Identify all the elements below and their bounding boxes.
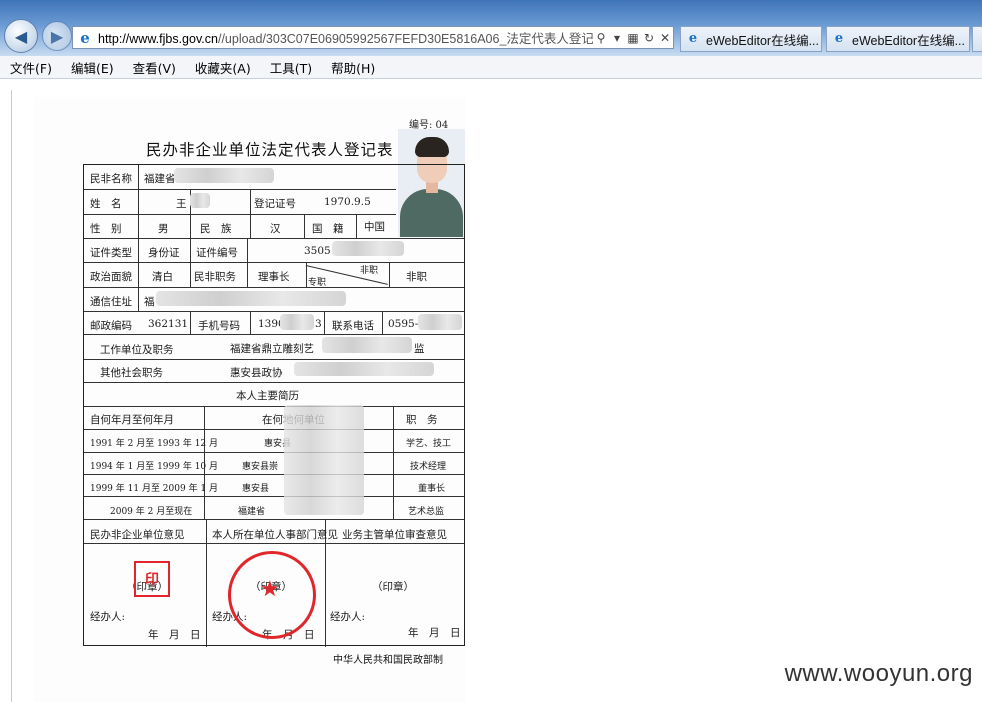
tab-ewebeditor-1[interactable]: e eWebEditor在线编... (680, 26, 822, 52)
menu-help[interactable]: 帮助(H) (321, 58, 384, 77)
handler-label: 经办人: (330, 611, 366, 623)
resume-period: 1991 年 2 月至 1993 年 12 月 (90, 439, 219, 449)
political-value: 清白 (152, 271, 173, 283)
arrow-left-icon: ◀ (14, 26, 28, 46)
address-label: 通信住址 (90, 296, 132, 308)
stop-icon[interactable]: ✕ (657, 31, 673, 45)
ie-tab-icon: e (688, 31, 698, 46)
date-label: 年 月 日 (408, 627, 461, 639)
signature-stamp: 印 (134, 561, 170, 597)
tab-label: eWebEditor在线编... (852, 33, 966, 48)
gender-label: 性 别 (90, 223, 122, 235)
refresh-icon[interactable]: ↻ (641, 31, 657, 45)
arrow-right-icon: ▶ (50, 26, 64, 46)
opinion-head-org: 民办非企业单位意见 (90, 529, 185, 541)
phone-label: 联系电话 (332, 320, 374, 332)
opinion-head-hr: 本人所在单位人事部门意见 (212, 529, 338, 541)
seal-label: （印章） (372, 581, 414, 593)
back-button[interactable]: ◀ (4, 19, 38, 53)
menu-edit[interactable]: 编辑(E) (61, 58, 123, 77)
ie-tab-icon: e (834, 31, 844, 46)
resume-period: 2009 年 2 月至现在 (110, 507, 193, 517)
feizhi-label: 非职 (360, 266, 379, 276)
registration-form: 民非名称 福建省 姓 名 王 登记证号 1970.9.5 性 别 男 民 族 汉… (83, 164, 465, 647)
id-no-value: 3505 (304, 245, 331, 257)
tab-ewebeditor-2[interactable]: e eWebEditor在线编... (826, 26, 970, 52)
name-value: 王 (176, 198, 187, 210)
dropdown-icon[interactable]: ▾ (609, 31, 625, 45)
ethnicity-value: 汉 (270, 223, 281, 235)
post-label: 民非职务 (194, 271, 236, 283)
resume-role: 董事长 (418, 484, 446, 494)
resume-period: 1994 年 1 月至 1999 年 10 月 (90, 462, 219, 472)
political-label: 政治面貌 (90, 271, 132, 283)
resume-place: 惠安县 (242, 484, 270, 494)
work-tail: 监 (414, 343, 425, 355)
post-value: 理事长 (258, 271, 290, 283)
address-url[interactable]: http://www.fjbs.gov.cn//upload/303C07E06… (98, 28, 593, 47)
handler-label: 经办人: (90, 611, 126, 623)
mobile-label: 手机号码 (198, 320, 240, 332)
menu-view[interactable]: 查看(V) (123, 58, 185, 77)
resume-role: 艺术总监 (408, 507, 445, 517)
phone-value: 0595- (388, 318, 419, 330)
date-label: 年 月 日 (148, 629, 201, 641)
address-bar[interactable]: e http://www.fjbs.gov.cn//upload/303C07E… (72, 26, 674, 49)
work-label: 工作单位及职务 (100, 344, 174, 356)
compat-view-icon[interactable]: ▦ (625, 31, 641, 45)
nationality-value: 中国 (364, 221, 385, 233)
menu-file[interactable]: 文件(F) (0, 58, 61, 77)
resume-role: 学艺、技工 (406, 439, 452, 449)
resume-period: 1999 年 11 月至 2009 年 1 月 (90, 484, 219, 494)
social-label: 其他社会职务 (100, 367, 163, 379)
tab-label: eWebEditor在线编... (706, 33, 820, 48)
document-title: 民办非企业单位法定代表人登记表 (146, 141, 394, 159)
resume-place: 惠安县崇 (242, 462, 279, 472)
ethnicity-label: 民 族 (200, 223, 232, 235)
ministry-footer: 中华人民共和国民政部制 (333, 655, 443, 666)
page-border (11, 90, 12, 702)
menu-bar: 文件(F) 编辑(E) 查看(V) 收藏夹(A) 工具(T) 帮助(H) (0, 56, 982, 79)
org-name-value: 福建省 (144, 173, 176, 185)
menu-tools[interactable]: 工具(T) (260, 58, 321, 77)
ie-page-icon: e (80, 28, 90, 47)
postcode-value: 362131 (148, 318, 189, 330)
resume-title: 本人主要简历 (236, 390, 299, 402)
name-label: 姓 名 (90, 198, 122, 210)
work-value: 福建省鼎立雕刻艺 (230, 343, 314, 355)
resume-head-period: 自何年月至何年月 (90, 414, 174, 426)
nationality-label: 国 籍 (312, 223, 344, 235)
resume-place: 福建省 (238, 507, 266, 517)
opinion-head-authority: 业务主管单位审查意见 (342, 529, 447, 541)
mobile-tail: 3 (315, 318, 322, 330)
social-value: 惠安县政协 (230, 367, 283, 379)
org-name-label: 民非名称 (90, 173, 132, 185)
menu-favorites[interactable]: 收藏夹(A) (185, 58, 260, 77)
feizhi-value: 非职 (406, 271, 427, 283)
zhuanzhi-label: 专职 (308, 278, 327, 288)
seal-star-icon: ★ (260, 577, 280, 602)
postcode-label: 邮政编码 (90, 320, 132, 332)
resume-role: 技术经理 (410, 462, 447, 472)
id-no-label: 证件编号 (196, 247, 238, 259)
reg-no-value: 1970.9.5 (324, 196, 371, 208)
id-type-value: 身份证 (148, 247, 180, 259)
address-value: 福 (144, 296, 155, 308)
id-type-label: 证件类型 (90, 247, 132, 259)
new-tab-button[interactable] (972, 26, 982, 52)
forward-button[interactable]: ▶ (42, 21, 72, 51)
search-icon[interactable]: ⚲ (593, 31, 609, 45)
browser-toolbar: ◀ ▶ e http://www.fjbs.gov.cn//upload/303… (0, 0, 982, 56)
resume-head-role: 职 务 (406, 414, 438, 426)
reg-no-label: 登记证号 (254, 198, 296, 210)
watermark: www.wooyun.org (784, 660, 973, 687)
gender-value: 男 (158, 223, 169, 235)
